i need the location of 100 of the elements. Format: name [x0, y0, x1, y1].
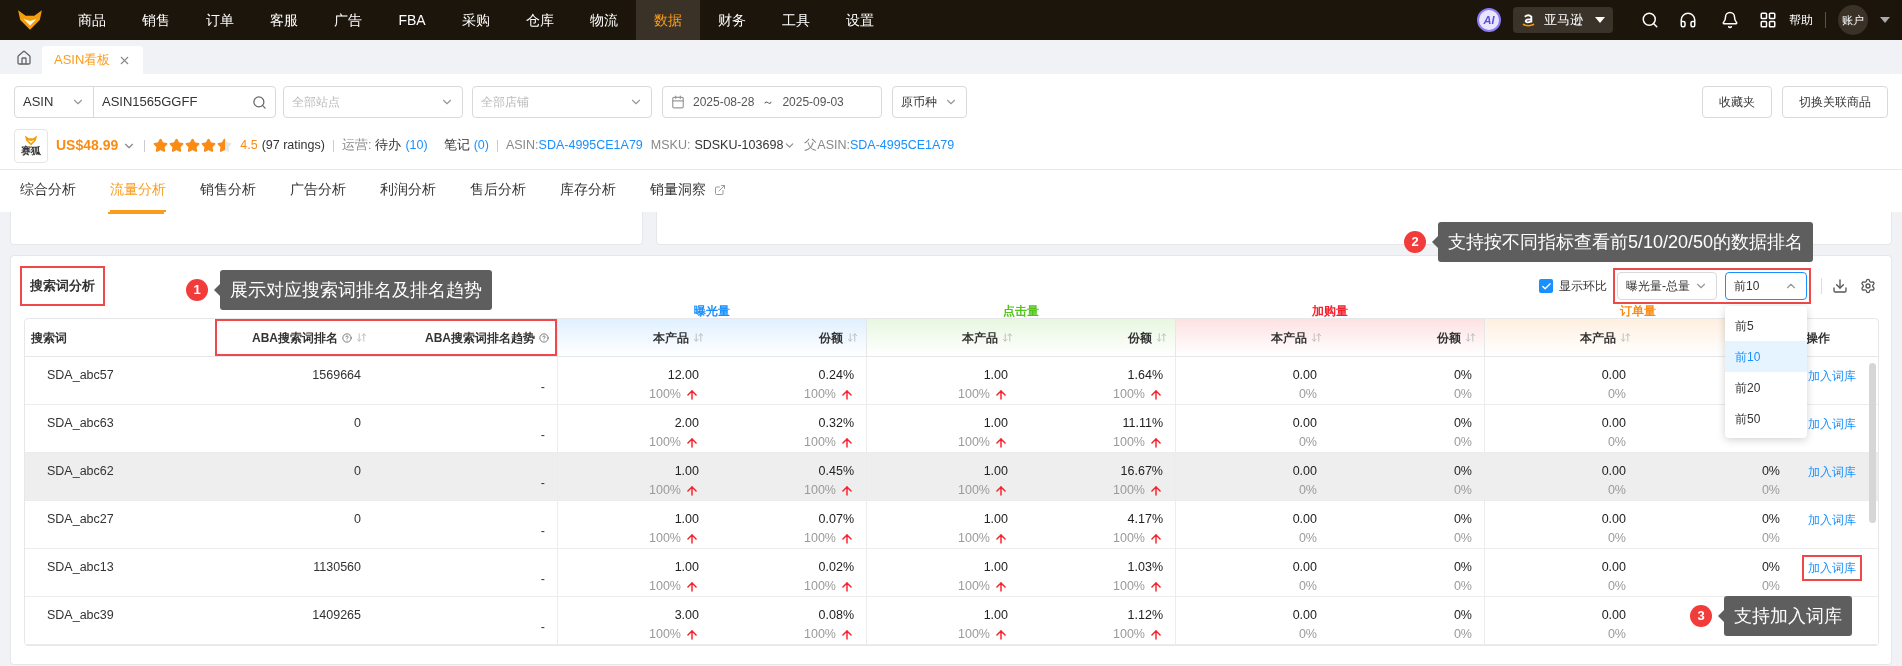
caret-icon — [1595, 17, 1605, 23]
change-value: 0% — [1453, 482, 1472, 499]
analysis-tab[interactable]: 库存分析 — [560, 170, 616, 212]
change-value: 0% — [1761, 578, 1780, 595]
metric-value: 11.11% — [1122, 415, 1163, 432]
marketplace-selector[interactable]: 亚马逊 — [1513, 7, 1613, 33]
toolbar-button[interactable]: 收藏夹 — [1702, 86, 1772, 118]
analysis-tab[interactable]: 销售分析 — [200, 170, 256, 212]
metric-value: 0.00 — [1601, 559, 1626, 576]
help-icon[interactable] — [539, 332, 549, 343]
search-term: SDA_abc57 — [47, 368, 114, 382]
date-separator: ～ — [762, 94, 775, 111]
rating-value: 4.5 — [240, 137, 258, 155]
metric-value: 0% — [1453, 607, 1472, 624]
nav-item[interactable]: 仓库 — [508, 0, 572, 40]
search-term: SDA_abc63 — [47, 416, 114, 430]
trend-value: - — [540, 619, 545, 637]
metric-value: 4.17% — [1127, 511, 1163, 528]
sort-icon[interactable] — [1311, 332, 1322, 343]
metric-value: 2.00 — [674, 415, 699, 432]
analysis-tab[interactable]: 销量洞察 — [650, 170, 726, 212]
metric-value: 0% — [1453, 463, 1472, 480]
nav-item[interactable]: 客服 — [252, 0, 316, 40]
toolbar-button[interactable]: 切换关联商品 — [1782, 86, 1888, 118]
change-value: 0% — [1607, 482, 1626, 499]
notes-label: 笔记 — [443, 137, 470, 155]
analysis-tab[interactable]: 利润分析 — [380, 170, 436, 212]
change-value: 100% — [958, 530, 990, 547]
calendar-icon — [671, 95, 685, 109]
change-value: 100% — [1113, 578, 1145, 595]
price: US$48.99 — [56, 136, 119, 155]
nav-item[interactable]: 广告 — [316, 0, 380, 40]
account-avatar[interactable]: 账户 — [1838, 5, 1868, 35]
amazon-icon — [1521, 12, 1536, 28]
ai-badge[interactable]: AI — [1477, 8, 1501, 32]
metric-value: 0.00 — [1601, 367, 1626, 384]
metric-value: 1.03% — [1127, 559, 1163, 576]
trend-value: - — [540, 379, 545, 397]
scrollbar[interactable] — [1869, 363, 1876, 523]
metric-value: 3.00 — [674, 607, 699, 624]
end-date: 2025-09-03 — [782, 94, 844, 111]
column-header: 本产品 — [653, 329, 689, 347]
rank-value: 0 — [354, 415, 361, 432]
sort-icon[interactable] — [1465, 332, 1476, 343]
nav-item[interactable]: 采购 — [444, 0, 508, 40]
download-icon[interactable] — [1832, 278, 1848, 294]
sort-icon[interactable] — [1619, 332, 1631, 343]
metric-value: 0.02% — [818, 559, 854, 576]
column-header: 份额 — [1128, 329, 1152, 347]
change-value: 100% — [1113, 482, 1145, 499]
change-value: 100% — [958, 386, 990, 403]
change-value: 100% — [804, 386, 836, 403]
settings-icon[interactable] — [1860, 278, 1876, 294]
nav-item[interactable]: 财务 — [700, 0, 764, 40]
checkbox[interactable] — [1539, 279, 1553, 293]
sort-icon[interactable] — [356, 332, 367, 343]
sort-icon[interactable] — [1156, 332, 1167, 343]
analysis-tab[interactable]: 售后分析 — [470, 170, 526, 212]
metric-value: 0.00 — [1292, 415, 1317, 432]
sort-icon[interactable] — [693, 332, 704, 343]
top-n-select[interactable]: 前10 — [1725, 272, 1807, 300]
metric-select[interactable]: 曝光量-总量 — [1617, 272, 1717, 300]
help-link[interactable]: 帮助 — [1789, 11, 1813, 29]
nav-item[interactable]: 物流 — [572, 0, 636, 40]
search-icon[interactable] — [1641, 11, 1659, 29]
group-label: 加购量 — [1311, 304, 1348, 318]
start-date: 2025-08-28 — [693, 94, 755, 111]
section-title: 搜索词分析 — [20, 266, 105, 306]
change-value: 100% — [1113, 386, 1145, 403]
bell-icon[interactable] — [1721, 11, 1739, 29]
nav-item[interactable]: 设置 — [828, 0, 892, 40]
apps-grid-icon[interactable] — [1759, 11, 1777, 29]
nav-item[interactable]: 商品 — [60, 0, 124, 40]
nav-item[interactable]: 工具 — [764, 0, 828, 40]
change-value: 0% — [1298, 434, 1317, 451]
analysis-tab[interactable]: 广告分析 — [290, 170, 346, 212]
caret-icon[interactable] — [1880, 17, 1890, 23]
dropdown-option[interactable]: 前5 — [1725, 310, 1807, 341]
sort-icon[interactable] — [1002, 332, 1013, 343]
rank-value: 0 — [354, 511, 361, 528]
change-value: 0% — [1607, 530, 1626, 547]
nav-item[interactable]: 数据 — [636, 0, 700, 40]
currency-select[interactable]: 原币种 — [892, 86, 967, 118]
nav-item[interactable]: 销售 — [124, 0, 188, 40]
change-value: 100% — [804, 482, 836, 499]
change-value: 100% — [649, 434, 681, 451]
date-range-field[interactable]: 2025-08-28 ～ 2025-09-03 — [662, 86, 882, 118]
help-icon[interactable] — [342, 332, 352, 343]
group-label: 曝光量 — [693, 304, 730, 318]
column-header: ABA搜索词排名 — [252, 329, 338, 347]
nav-item[interactable]: 订单 — [188, 0, 252, 40]
headset-icon[interactable] — [1679, 11, 1697, 29]
change-value: 0% — [1298, 578, 1317, 595]
asin-label: ASIN: — [505, 137, 539, 155]
sort-icon[interactable] — [847, 332, 858, 343]
nav-item[interactable]: FBA — [380, 0, 444, 40]
home-icon[interactable] — [16, 50, 32, 66]
analysis-tab[interactable]: 综合分析 — [20, 170, 76, 212]
trend-value: - — [540, 571, 545, 589]
change-value: 0% — [1453, 530, 1472, 547]
